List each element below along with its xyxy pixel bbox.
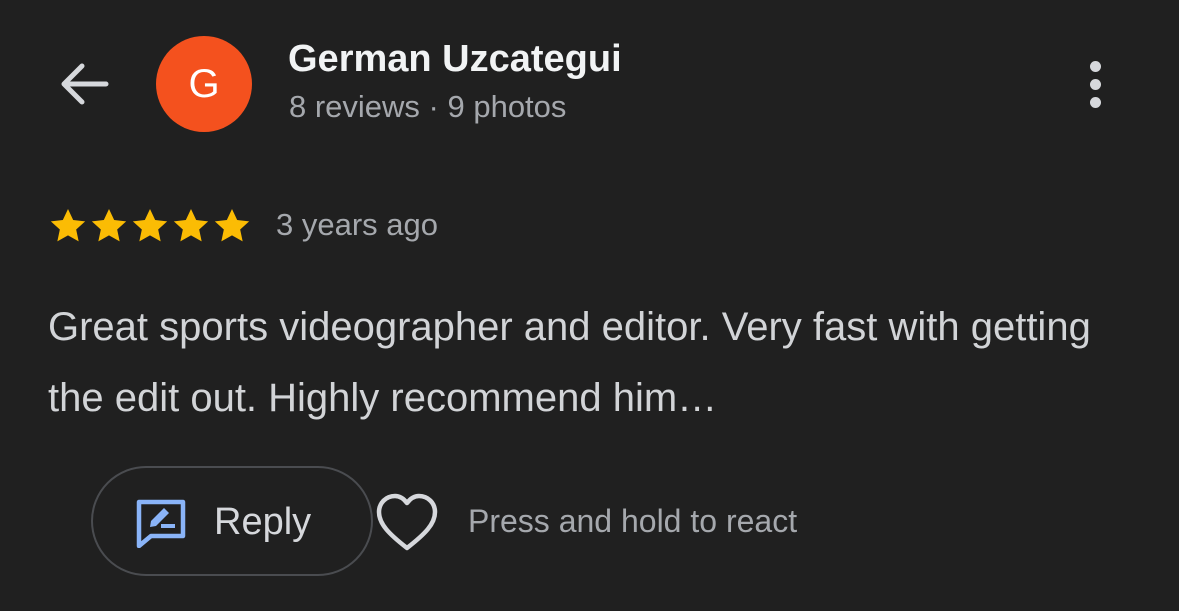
star-icon [50,209,86,242]
reviewer-name[interactable]: German Uzcategui [288,38,622,81]
more-vert-icon-dot [1089,78,1101,90]
heart-react-button[interactable] [374,492,440,554]
reviewer-meta: 8 reviews · 9 photos [289,89,567,124]
reply-label: Reply [214,501,312,543]
review-text[interactable]: Great sports videographer and editor. Ve… [48,292,1148,434]
star-icon [214,209,250,242]
reply-edit-icon [136,499,186,548]
reply-button[interactable]: Reply [91,466,373,576]
review-time: 3 years ago [276,207,438,242]
star-icon [91,209,127,242]
back-button[interactable] [52,52,116,116]
more-vert-icon [1089,60,1101,72]
star-rating [48,206,252,246]
heart-outline-icon [376,493,438,551]
avatar[interactable]: G [156,36,252,132]
arrow-back-icon [61,63,109,105]
react-hint: Press and hold to react [468,503,798,539]
star-icon [132,209,168,242]
star-icon [173,209,209,242]
avatar-letter: G [188,61,220,106]
more-options-button[interactable] [1070,54,1120,114]
more-vert-icon-dot [1089,96,1101,108]
